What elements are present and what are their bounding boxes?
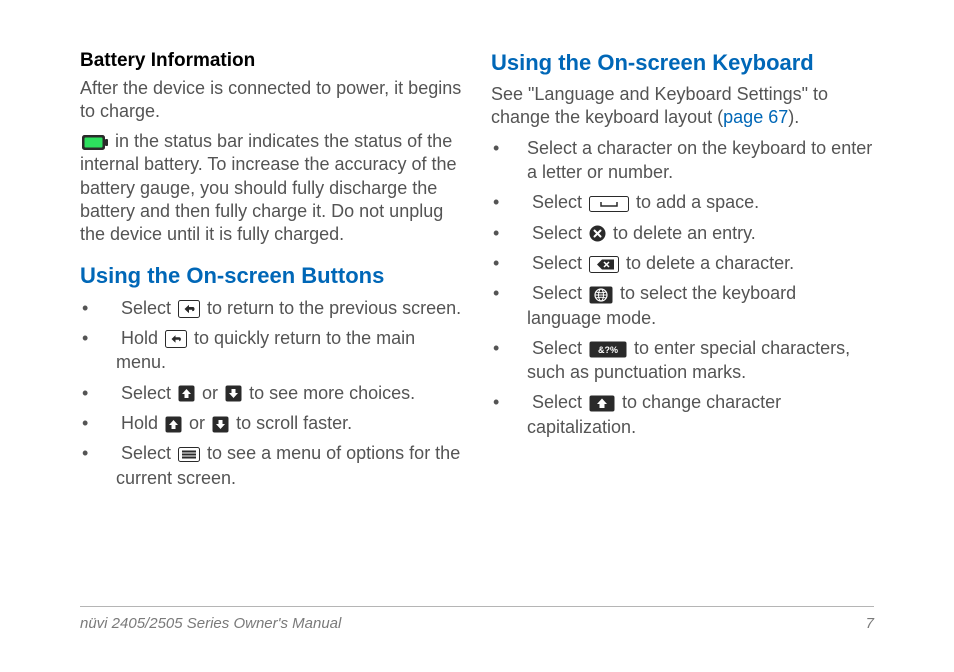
spacebar-icon xyxy=(589,196,629,212)
battery-info-heading: Battery Information xyxy=(80,50,463,72)
arrow-up-icon xyxy=(178,385,195,402)
onscreen-buttons-heading: Using the On-screen Buttons xyxy=(80,263,463,289)
buttons-item-2: Hold to quickly return to the main menu. xyxy=(82,326,463,375)
keyboard-item-5: Select to select the keyboard language m… xyxy=(493,281,874,330)
svg-text:&?%: &?% xyxy=(598,345,618,355)
keyboard-item-3: Select to delete an entry. xyxy=(493,221,874,245)
back-icon xyxy=(178,300,200,318)
backspace-icon xyxy=(589,256,619,273)
buttons-item-4: Hold or to scroll faster. xyxy=(82,411,463,435)
page-footer: nüvi 2405/2505 Series Owner's Manual 7 xyxy=(80,606,874,632)
keyboard-list: Select a character on the keyboard to en… xyxy=(491,136,874,439)
special-chars-icon: &?% xyxy=(589,341,627,358)
keyboard-item-2: Select to add a space. xyxy=(493,190,874,214)
battery-info-p2-text: in the status bar indicates the status o… xyxy=(80,131,457,245)
page-link-67[interactable]: page 67 xyxy=(723,107,788,127)
buttons-item-5: Select to see a menu of options for the … xyxy=(82,441,463,490)
shift-icon xyxy=(589,395,615,412)
onscreen-keyboard-heading: Using the On-screen Keyboard xyxy=(491,50,874,76)
onscreen-buttons-list: Select to return to the previous screen.… xyxy=(80,296,463,490)
buttons-item-1: Select to return to the previous screen. xyxy=(82,296,463,320)
arrow-up-icon xyxy=(165,416,182,433)
page-number: 7 xyxy=(866,615,874,632)
arrow-down-icon xyxy=(225,385,242,402)
keyboard-intro: See "Language and Keyboard Settings" to … xyxy=(491,83,874,130)
battery-info-p1: After the device is connected to power, … xyxy=(80,77,463,124)
delete-entry-icon xyxy=(589,225,606,242)
battery-info-p2: in the status bar indicates the status o… xyxy=(80,130,463,247)
right-column: Using the On-screen Keyboard See "Langua… xyxy=(491,50,874,576)
left-column: Battery Information After the device is … xyxy=(80,50,463,576)
keyboard-item-4: Select to delete a character. xyxy=(493,251,874,275)
keyboard-item-7: Select to change character capitalizatio… xyxy=(493,390,874,439)
back-icon xyxy=(165,330,187,348)
keyboard-item-6: Select &?% to enter special characters, … xyxy=(493,336,874,385)
menu-icon xyxy=(178,447,200,462)
footer-title: nüvi 2405/2505 Series Owner's Manual xyxy=(80,615,341,632)
globe-icon xyxy=(589,286,613,304)
buttons-item-3: Select or to see more choices. xyxy=(82,381,463,405)
keyboard-item-1: Select a character on the keyboard to en… xyxy=(493,136,874,185)
battery-icon xyxy=(82,135,108,150)
arrow-down-icon xyxy=(212,416,229,433)
